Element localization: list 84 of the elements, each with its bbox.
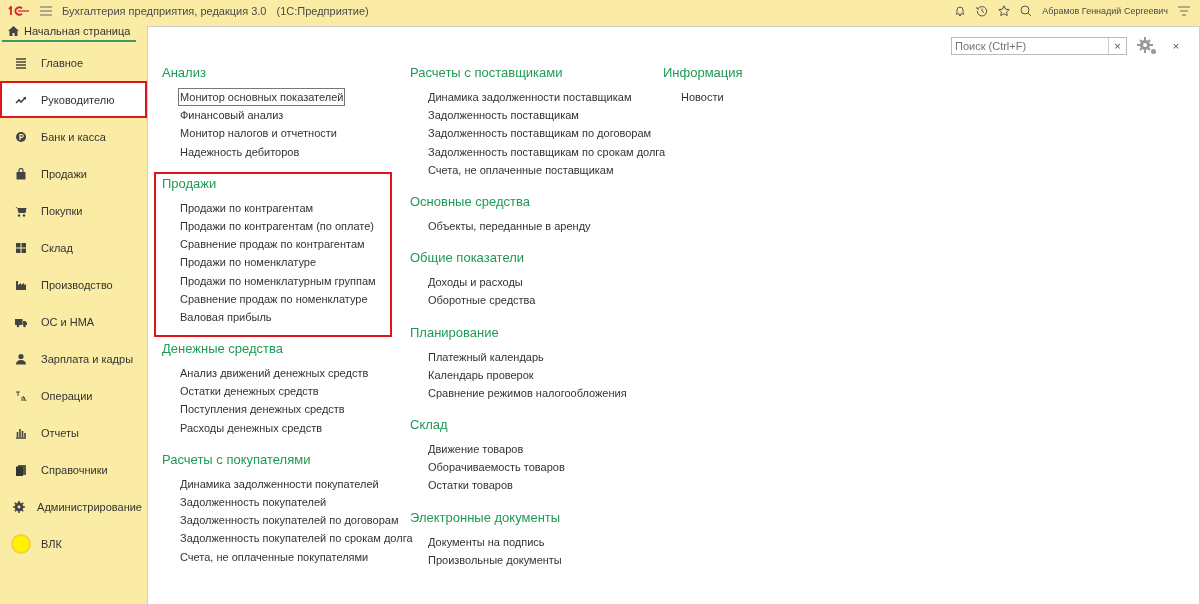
group-heading: Планирование bbox=[410, 323, 500, 342]
group-heading: Денежные средства bbox=[162, 340, 285, 359]
settings-icon bbox=[13, 500, 26, 513]
report-link[interactable]: Продажи по контрагентам bbox=[178, 198, 316, 217]
group-heading: Расчеты с покупателями bbox=[162, 450, 312, 469]
group-heading: Основные средства bbox=[410, 192, 531, 211]
sidebar-item[interactable]: Операции bbox=[0, 377, 144, 414]
bag-icon bbox=[15, 167, 27, 180]
report-link[interactable]: Задолженность поставщикам по срокам долга bbox=[426, 142, 668, 161]
factory-icon bbox=[15, 278, 27, 291]
report-link[interactable]: Остатки денежных средств bbox=[178, 382, 321, 401]
sidebar-item[interactable]: Отчеты bbox=[0, 414, 144, 451]
sidebar-item[interactable]: Администрирование bbox=[0, 488, 144, 525]
report-link[interactable]: Расходы денежных средств bbox=[178, 418, 325, 437]
sidebar-item[interactable]: Зарплата и кадры bbox=[0, 340, 144, 377]
report-link[interactable]: Задолженность покупателей по срокам долга bbox=[178, 529, 415, 548]
bar-chart-icon bbox=[15, 426, 27, 439]
report-link[interactable]: Документы на подпись bbox=[426, 532, 547, 551]
report-link[interactable]: Задолженность покупателей bbox=[178, 493, 329, 512]
report-link[interactable]: Счета, не оплаченные поставщикам bbox=[426, 160, 616, 179]
bell-icon[interactable] bbox=[954, 5, 967, 17]
group-heading: Склад bbox=[410, 416, 449, 435]
gear-icon[interactable] bbox=[1137, 37, 1157, 55]
report-link[interactable]: Финансовый анализ bbox=[178, 106, 286, 125]
report-link[interactable]: Задолженность поставщикам по договорам bbox=[426, 124, 654, 143]
report-link[interactable]: Анализ движений денежных средств bbox=[178, 364, 371, 383]
report-link[interactable]: Объекты, переданные в аренду bbox=[426, 216, 593, 236]
logo-icon bbox=[8, 6, 30, 16]
report-link[interactable]: Валовая прибыль bbox=[178, 307, 274, 327]
sidebar-item[interactable]: Руководителю bbox=[0, 81, 147, 118]
report-link[interactable]: Сравнение продаж по контрагентам bbox=[178, 235, 367, 254]
group-heading: Продажи bbox=[162, 174, 218, 193]
report-link[interactable]: Динамика задолженности покупателей bbox=[178, 474, 381, 493]
coin-icon bbox=[15, 130, 27, 143]
report-link[interactable]: Календарь проверок bbox=[426, 365, 536, 384]
report-link[interactable]: Продажи по контрагентам (по оплате) bbox=[178, 216, 376, 236]
report-link[interactable]: Сравнение продаж по номенклатуре bbox=[178, 289, 370, 308]
report-link[interactable]: Монитор основных показателей bbox=[178, 88, 346, 107]
star-icon[interactable] bbox=[998, 5, 1011, 17]
sidebar-item[interactable]: Производство bbox=[0, 266, 144, 303]
books-icon bbox=[15, 463, 27, 476]
window-title: Бухгалтерия предприятия, редакция 3.0 bbox=[62, 5, 267, 17]
person-icon bbox=[15, 352, 27, 365]
report-link[interactable]: Надежность дебиторов bbox=[178, 142, 302, 161]
report-link[interactable]: Монитор налогов и отчетности bbox=[178, 124, 339, 143]
report-link[interactable]: Остатки товаров bbox=[426, 476, 515, 495]
sidebar-item[interactable]: ВЛК bbox=[0, 525, 144, 562]
sidebar-item[interactable]: Банк и касса bbox=[0, 118, 144, 155]
report-link[interactable]: Платежный календарь bbox=[426, 347, 546, 366]
report-link[interactable]: Сравнение режимов налогообложения bbox=[426, 383, 629, 403]
report-link[interactable]: Счета, не оплаченные покупателями bbox=[178, 547, 371, 566]
sidebar-item[interactable]: Справочники bbox=[0, 451, 144, 488]
report-link[interactable]: Оборачиваемость товаров bbox=[426, 458, 567, 477]
grid-icon bbox=[15, 241, 27, 254]
circle-icon bbox=[10, 532, 32, 555]
sidebar-item[interactable]: Покупки bbox=[0, 192, 144, 229]
history-icon[interactable] bbox=[976, 5, 989, 17]
report-link[interactable]: Задолженность поставщикам bbox=[426, 106, 581, 125]
user-name[interactable]: Абрамов Геннадий Сергеевич bbox=[1042, 6, 1168, 16]
group-heading: Информация bbox=[663, 64, 743, 82]
report-link[interactable]: Продажи по номенклатуре bbox=[178, 253, 319, 272]
report-link[interactable]: Движение товаров bbox=[426, 440, 526, 459]
home-icon bbox=[8, 26, 19, 36]
sidebar-item[interactable]: ОС и НМА bbox=[0, 303, 144, 340]
report-link[interactable]: Динамика задолженности поставщикам bbox=[426, 88, 634, 107]
report-link[interactable]: Произвольные документы bbox=[426, 550, 564, 569]
search-icon[interactable] bbox=[1020, 5, 1033, 17]
group-heading: Анализ bbox=[162, 64, 207, 82]
report-link[interactable]: Поступления денежных средств bbox=[178, 400, 347, 419]
window-subtitle: (1С:Предприятие) bbox=[276, 5, 369, 17]
tab[interactable]: Начальная страница bbox=[2, 23, 137, 42]
search-field[interactable]: Поиск (Ctrl+F) × bbox=[951, 37, 1127, 55]
sidebar-item[interactable]: Склад bbox=[0, 229, 144, 266]
report-link[interactable]: Доходы и расходы bbox=[426, 273, 525, 292]
report-link[interactable]: Новости bbox=[679, 88, 726, 107]
report-link[interactable]: Оборотные средства bbox=[426, 291, 538, 310]
sidebar-item[interactable]: Главное bbox=[0, 44, 144, 81]
sidebar-item[interactable]: Продажи bbox=[0, 155, 144, 192]
report-link[interactable]: Продажи по номенклатурным группам bbox=[178, 271, 378, 290]
ledger-icon bbox=[15, 389, 27, 402]
group-heading: Электронные документы bbox=[410, 508, 562, 527]
report-link[interactable]: Задолженность покупателей по договорам bbox=[178, 511, 401, 530]
list-icon bbox=[15, 56, 27, 69]
group-heading: Общие показатели bbox=[410, 249, 526, 268]
